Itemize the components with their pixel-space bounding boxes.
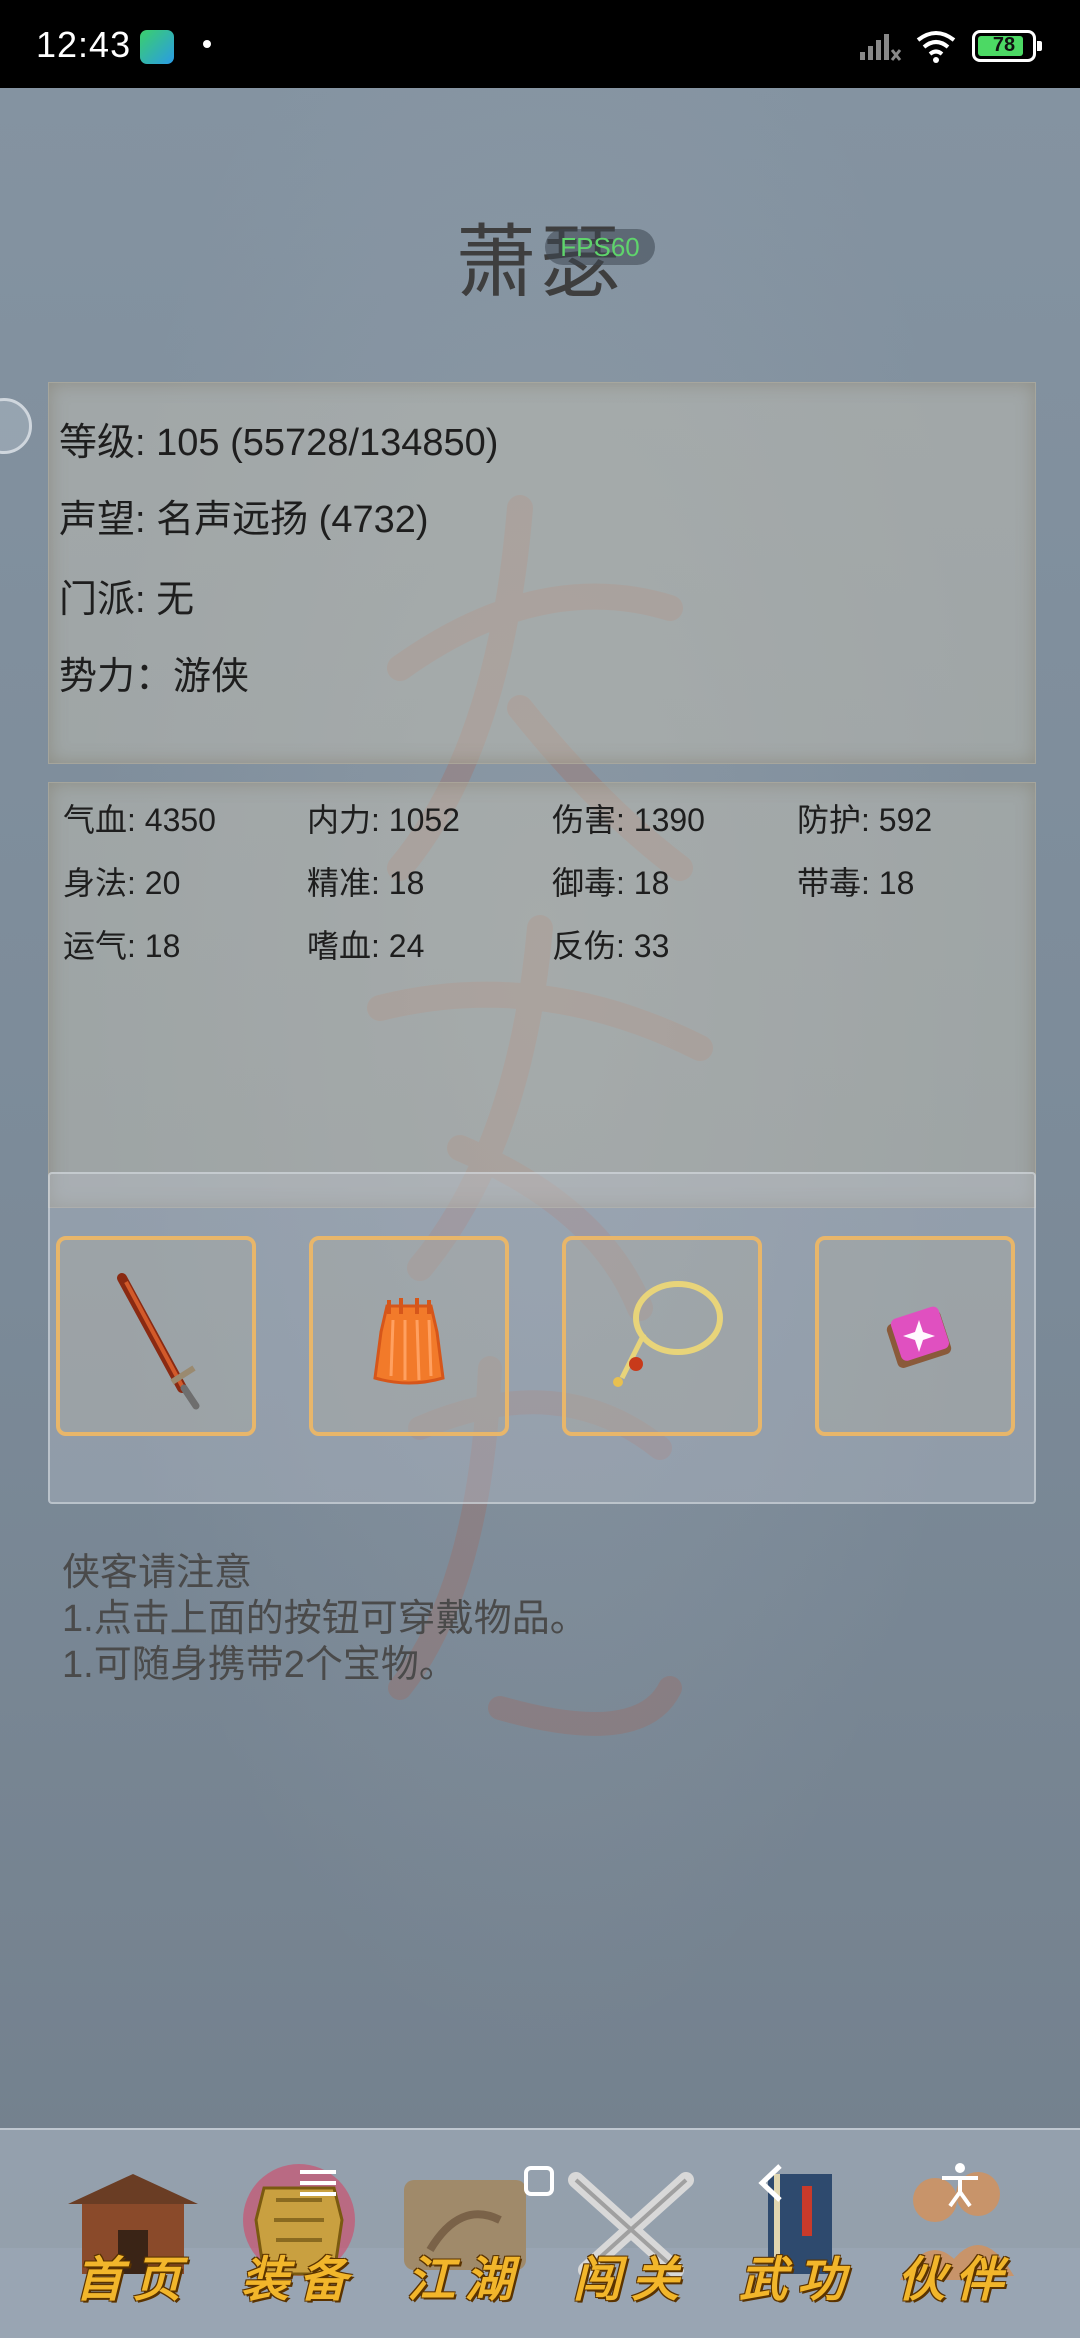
notice-line: 1.可随身携带2个宝物。 [62, 1644, 457, 1686]
equipment-screen: 萧瑟 FPS60 等级: 105 (55728/134850) 声望: 名声远扬… [0, 88, 1080, 2338]
stat-hp: 气血: 4350 [63, 802, 216, 838]
nav-label-jianghu: 江湖 [406, 2252, 523, 2308]
nav-label-home: 首页 [74, 2252, 191, 2308]
nav-label-companions: 伙伴 [896, 2252, 1013, 2308]
reputation-text: 声望: 名声远扬 (4732) [59, 499, 429, 541]
wifi-icon [916, 31, 956, 63]
character-name: 萧瑟 [456, 216, 624, 309]
stat-agility: 身法: 20 [63, 865, 181, 901]
notice-text-block: 侠客请注意 1.点击上面的按钮可穿戴物品。 1.可随身携带2个宝物。 [62, 1550, 588, 1688]
app-notification-icon [140, 30, 174, 64]
battery-icon: 78 [972, 30, 1042, 62]
stat-lifesteal: 嗜血: 24 [307, 928, 425, 964]
floating-avatar-button[interactable] [0, 398, 32, 454]
status-bar: 12:43 78 [0, 0, 1080, 88]
stat-damage: 伤害: 1390 [552, 802, 705, 838]
nav-home[interactable]: 首页 [58, 2160, 208, 2310]
stat-defense: 防护: 592 [797, 802, 933, 838]
nav-companions[interactable]: 伙伴 [880, 2160, 1030, 2310]
sword-icon [117, 1273, 200, 1410]
stat-poison: 带毒: 18 [797, 865, 915, 901]
level-text: 等级: 105 (55728/134850) [59, 422, 499, 464]
faction-text: 势力：游侠 [59, 656, 250, 698]
bottom-navigation: 首页 装备 江湖 闯关 武功 伙伴 [0, 2128, 1080, 2338]
treasure-slot[interactable] [815, 1236, 1015, 1436]
character-info-panel: 等级: 105 (55728/134850) 声望: 名声远扬 (4732) 门… [48, 382, 1036, 764]
necklace-icon [613, 1281, 723, 1387]
notice-title: 侠客请注意 [62, 1552, 253, 1594]
nav-equipment[interactable]: 装备 [224, 2160, 374, 2310]
treasure-icon [886, 1306, 952, 1368]
notice-line: 1.点击上面的按钮可穿戴物品。 [62, 1598, 588, 1640]
fps-badge: FPS60 [545, 229, 655, 265]
nav-challenge[interactable]: 闯关 [556, 2160, 706, 2310]
equipment-slots-panel [48, 1172, 1036, 1504]
stats-panel: 气血: 4350 内力: 1052 伤害: 1390 防护: 592 身法: 2… [48, 782, 1036, 1208]
nav-label-challenge: 闯关 [572, 2252, 689, 2308]
nav-martial-arts[interactable]: 武功 [722, 2160, 872, 2310]
notification-dot-icon [203, 40, 211, 48]
stat-poison-resist: 御毒: 18 [552, 865, 670, 901]
armor-icon [373, 1298, 445, 1385]
sect-text: 门派: 无 [59, 579, 195, 621]
stat-internal-power: 内力: 1052 [307, 802, 460, 838]
stat-accuracy: 精准: 18 [307, 865, 425, 901]
signal-icon [860, 34, 902, 61]
nav-jianghu[interactable]: 江湖 [390, 2160, 540, 2310]
battery-percent: 78 [992, 34, 1016, 56]
stat-reflect: 反伤: 33 [552, 928, 670, 964]
armor-slot[interactable] [309, 1236, 509, 1436]
weapon-slot[interactable] [56, 1236, 256, 1436]
nav-label-equipment: 装备 [240, 2252, 357, 2308]
stat-luck: 运气: 18 [63, 928, 181, 964]
necklace-slot[interactable] [562, 1236, 762, 1436]
status-time: 12:43 [36, 24, 132, 65]
nav-label-martial-arts: 武功 [738, 2252, 855, 2308]
